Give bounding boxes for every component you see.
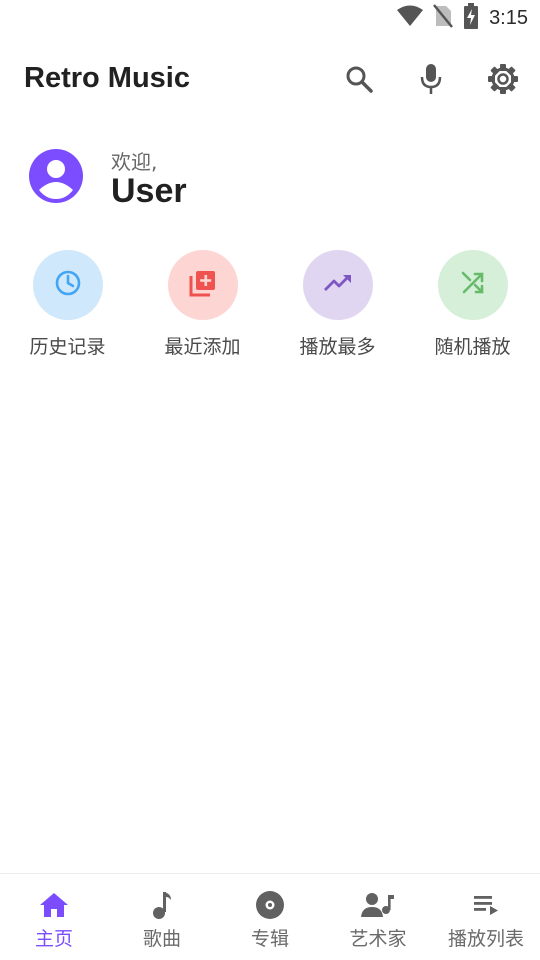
shuffle-circle bbox=[437, 250, 508, 320]
status-bar: 3:15 bbox=[0, 0, 540, 38]
search-icon bbox=[345, 65, 373, 97]
recently-added-label: 最近添加 bbox=[164, 336, 241, 358]
home-icon bbox=[0, 888, 108, 922]
album-icon bbox=[216, 888, 324, 922]
most-played-label: 播放最多 bbox=[299, 336, 376, 358]
app-actions bbox=[336, 58, 526, 104]
wifi-icon bbox=[397, 5, 424, 31]
battery-charging-icon bbox=[463, 3, 479, 33]
quick-actions: 历史记录 最近添加 播放最多 随机播放 bbox=[0, 250, 540, 370]
recently-added-circle bbox=[167, 250, 238, 320]
nav-home-label: 主页 bbox=[34, 928, 73, 950]
most-played-button[interactable]: 播放最多 bbox=[270, 250, 405, 359]
nav-songs[interactable]: 歌曲 bbox=[108, 874, 216, 960]
artist-icon bbox=[324, 888, 432, 922]
status-icons: 3:15 bbox=[397, 3, 528, 33]
history-circle bbox=[32, 250, 103, 320]
settings-button[interactable] bbox=[480, 58, 526, 104]
shuffle-button[interactable]: 随机播放 bbox=[405, 250, 540, 359]
nav-home[interactable]: 主页 bbox=[0, 874, 108, 960]
nav-albums-label: 专辑 bbox=[250, 928, 289, 950]
mic-icon bbox=[419, 63, 443, 99]
recently-added-button[interactable]: 最近添加 bbox=[135, 250, 270, 359]
app-bar: Retro Music bbox=[0, 48, 540, 110]
nav-artists[interactable]: 艺术家 bbox=[324, 874, 432, 960]
history-clock-icon bbox=[54, 269, 82, 301]
app-title: Retro Music bbox=[24, 62, 190, 94]
no-sim-icon bbox=[433, 4, 454, 32]
nav-playlists-label: 播放列表 bbox=[447, 928, 524, 950]
nav-albums[interactable]: 专辑 bbox=[216, 874, 324, 960]
nav-playlists[interactable]: 播放列表 bbox=[432, 874, 540, 960]
music-note-icon bbox=[108, 888, 216, 922]
trending-up-icon bbox=[323, 272, 353, 298]
shuffle-icon bbox=[460, 270, 486, 300]
playlist-icon bbox=[432, 888, 540, 922]
history-label: 历史记录 bbox=[29, 336, 106, 358]
status-time: 3:15 bbox=[489, 6, 528, 29]
nav-songs-label: 歌曲 bbox=[142, 928, 181, 950]
nav-artists-label: 艺术家 bbox=[349, 928, 407, 950]
history-button[interactable]: 历史记录 bbox=[0, 250, 135, 359]
user-name: User bbox=[111, 172, 187, 210]
greeting-text: 欢迎, bbox=[111, 150, 158, 174]
library-add-icon bbox=[188, 268, 218, 302]
user-header[interactable]: 欢迎, User bbox=[0, 138, 540, 224]
search-button[interactable] bbox=[336, 58, 382, 104]
most-played-circle bbox=[302, 250, 373, 320]
voice-search-button[interactable] bbox=[408, 58, 454, 104]
settings-icon bbox=[487, 63, 519, 99]
avatar[interactable] bbox=[28, 148, 84, 204]
bottom-navigation: 主页 歌曲 专辑 艺术家 播放列表 bbox=[0, 873, 540, 960]
shuffle-label: 随机播放 bbox=[434, 336, 511, 358]
